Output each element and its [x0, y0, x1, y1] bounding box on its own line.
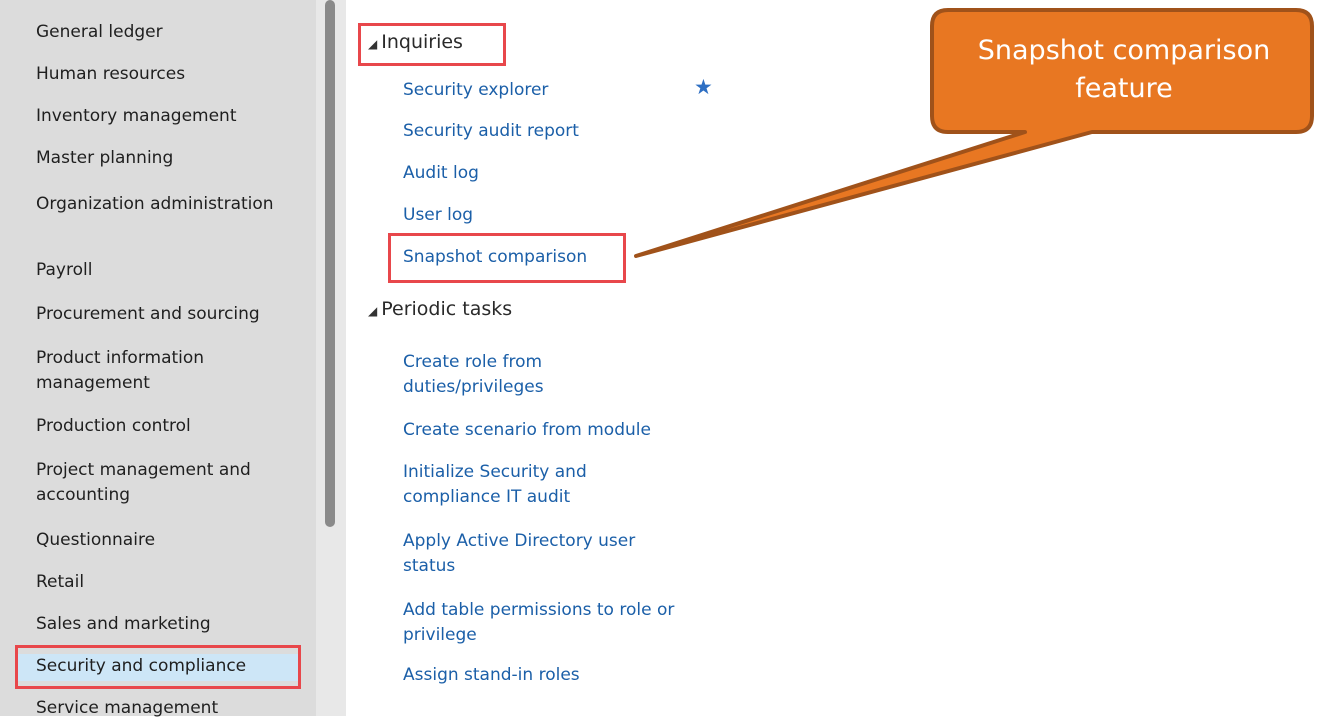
callout-text: Snapshot comparison feature: [977, 35, 1271, 104]
